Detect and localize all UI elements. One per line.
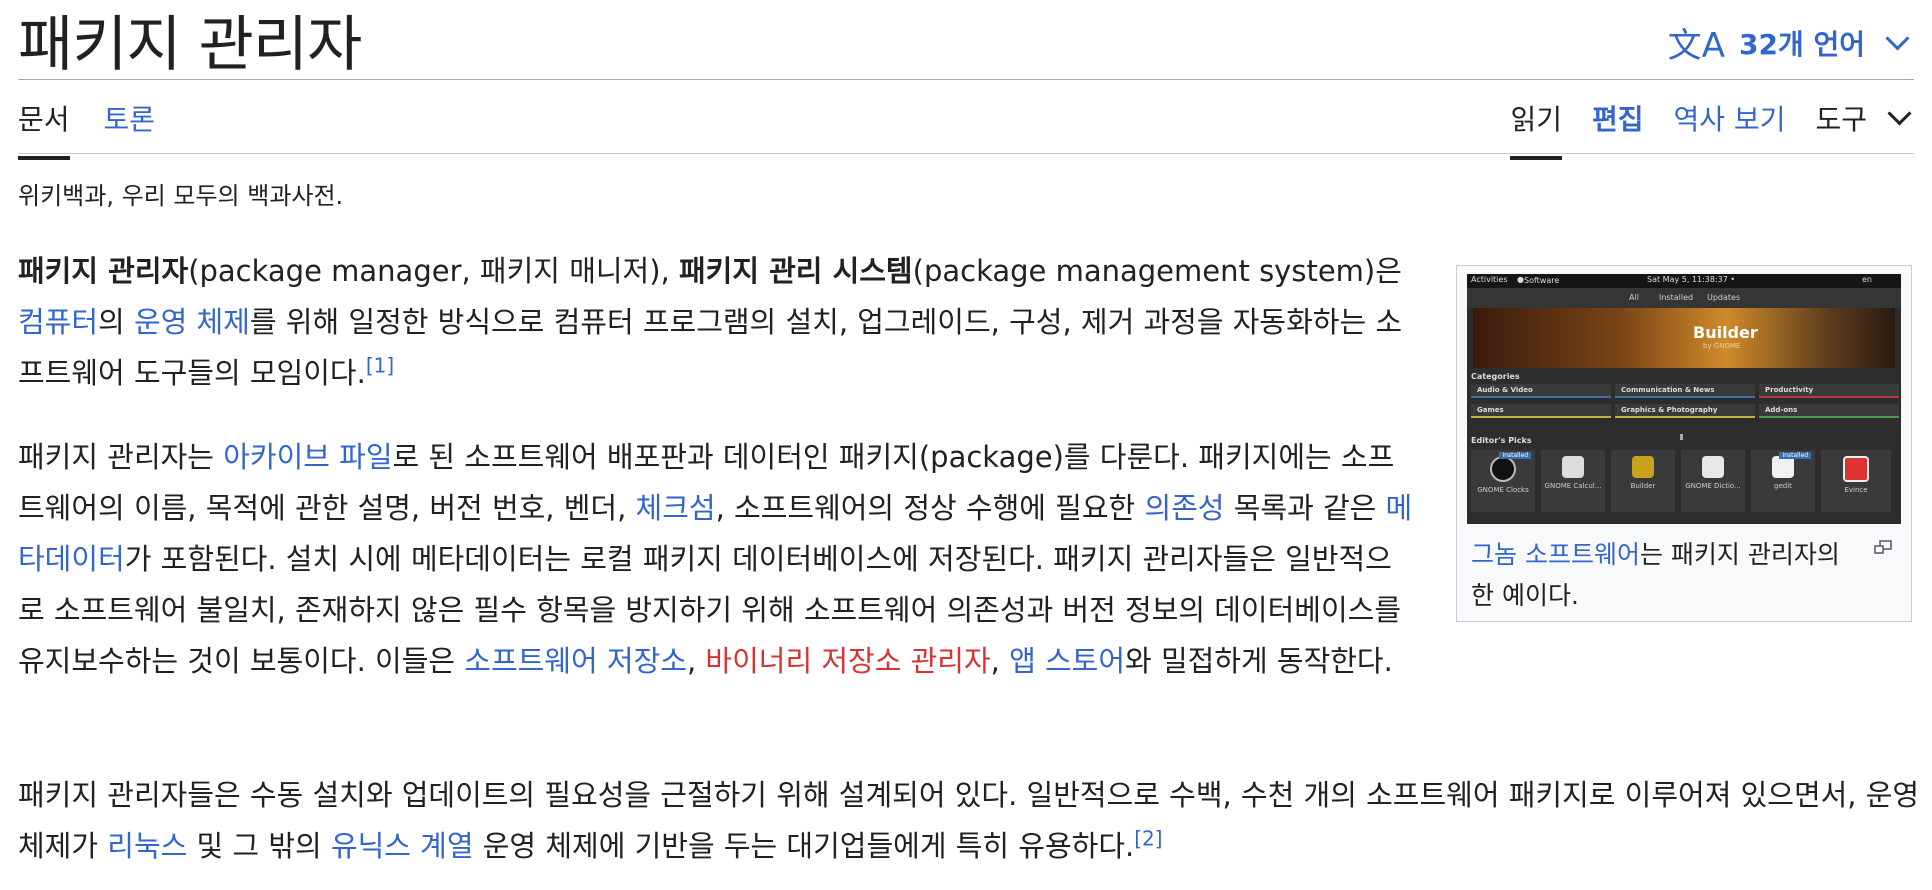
screenshot-topbar: Activities ● Software Sat May 5, 11:38:3…	[1467, 274, 1901, 288]
app-name: Evince	[1844, 486, 1868, 494]
text: ,	[990, 644, 1010, 678]
app-name: GNOME Clocks	[1477, 486, 1529, 494]
banner-title: Builder	[1693, 323, 1758, 342]
link-linux[interactable]: 리눅스	[107, 829, 187, 863]
text: , 소프트웨어의 정상 수행에 필요한	[715, 491, 1145, 525]
calculator-icon	[1562, 456, 1584, 478]
app-tile: Installed GNOME Clocks	[1471, 450, 1535, 512]
language-selector[interactable]: 文A 32개 언어	[1668, 18, 1912, 67]
link-gnome-software[interactable]: 그놈 소프트웨어	[1471, 540, 1640, 569]
categories-heading: Categories	[1471, 372, 1520, 381]
app-name: Software	[1523, 276, 1560, 285]
text: 목록과 같은	[1224, 491, 1386, 525]
tab-installed: Installed	[1659, 293, 1694, 302]
builder-icon	[1632, 456, 1654, 478]
view-tabs: 읽기 편집 역사 보기 도구	[1510, 98, 1912, 160]
namespace-tabs: 문서 토론	[18, 98, 155, 160]
link-checksum[interactable]: 체크섬	[636, 491, 716, 525]
installed-badge: Installed	[1499, 452, 1531, 459]
text-editor-icon	[1772, 456, 1794, 478]
dictionary-icon	[1702, 456, 1724, 478]
tabs-divider	[18, 153, 1914, 154]
reference-1[interactable]: [1]	[366, 353, 394, 377]
paragraph-intro: 패키지 관리자(package manager, 패키지 매니저), 패키지 관…	[18, 246, 1413, 399]
title-divider	[18, 79, 1914, 80]
category-communication: Communication & News	[1615, 384, 1755, 398]
page-title: 패키지 관리자	[18, 10, 362, 80]
figure-thumbnail: Activities ● Software Sat May 5, 11:38:3…	[1456, 265, 1912, 622]
chevron-down-icon	[1887, 100, 1912, 126]
enlarge-icon[interactable]	[1873, 540, 1893, 556]
keyboard-layout: en	[1862, 275, 1872, 284]
editors-picks-heading: Editor's Picks	[1471, 436, 1532, 445]
app-name: GNOME Calcul...	[1544, 482, 1602, 490]
category-graphics: Graphics & Photography	[1615, 404, 1755, 418]
app-tile: GNOME Dictio...	[1681, 450, 1745, 512]
tab-all: All	[1629, 293, 1639, 302]
text: (package management system)은	[912, 254, 1402, 288]
tab-article[interactable]: 문서	[18, 98, 70, 160]
link-archive-file[interactable]: 아카이브 파일	[223, 440, 392, 474]
app-tile: Builder	[1611, 450, 1675, 512]
text: 패키지 관리자는	[18, 440, 224, 474]
installed-badge: Installed	[1779, 452, 1811, 459]
tab-talk[interactable]: 토론	[104, 98, 156, 160]
link-unix-like[interactable]: 유닉스 계열	[331, 829, 474, 863]
text: 와 밀접하게 동작한다.	[1125, 644, 1393, 678]
tab-edit[interactable]: 편집	[1592, 98, 1644, 160]
category-games: Games	[1471, 404, 1611, 418]
reference-2[interactable]: [2]	[1134, 826, 1162, 850]
tools-label: 도구	[1815, 103, 1867, 136]
app-tile: Installed gedit	[1751, 450, 1815, 512]
gnome-software-screenshot[interactable]: Activities ● Software Sat May 5, 11:38:3…	[1467, 274, 1901, 524]
clock-icon	[1490, 456, 1516, 482]
tab-history[interactable]: 역사 보기	[1674, 98, 1786, 160]
category-addons: Add-ons	[1759, 404, 1899, 418]
language-count: 32개 언어	[1739, 27, 1865, 61]
bold-term: 패키지 관리자	[18, 254, 189, 288]
app-tile: Evince	[1821, 450, 1891, 512]
text: 의	[98, 305, 134, 339]
tab-read[interactable]: 읽기	[1510, 98, 1562, 160]
banner-subtitle: by GNOME	[1703, 342, 1741, 350]
link-app-store[interactable]: 앱 스토어	[1009, 644, 1125, 678]
document-viewer-icon	[1843, 456, 1869, 482]
text: 운영 체제에 기반을 두는 대기업들에게 특히 유용하다.	[473, 829, 1135, 863]
category-productivity: Productivity	[1759, 384, 1899, 398]
app-tile: GNOME Calcul...	[1541, 450, 1605, 512]
tools-menu[interactable]: 도구	[1815, 98, 1912, 160]
category-audio-video: Audio & Video	[1471, 384, 1611, 398]
link-operating-system[interactable]: 운영 체제	[134, 305, 250, 339]
link-dependency[interactable]: 의존성	[1144, 491, 1224, 525]
app-name: GNOME Dictio...	[1685, 482, 1741, 490]
text: (package manager, 패키지 매니저),	[188, 254, 679, 288]
tab-updates: Updates	[1707, 293, 1741, 302]
bold-term: 패키지 관리 시스템	[678, 254, 913, 288]
app-name: Builder	[1630, 482, 1656, 490]
figure-caption: 그놈 소프트웨어는 패키지 관리자의 한 예이다.	[1471, 534, 1851, 616]
chevron-down-icon	[1885, 26, 1910, 51]
paragraph-packages: 패키지 관리자는 아카이브 파일로 된 소프트웨어 배포판과 데이터인 패키지(…	[18, 432, 1413, 687]
paragraph-purpose: 패키지 관리자들은 수동 설치와 업데이트의 필요성을 근절하기 위해 설계되어…	[18, 770, 1923, 872]
text: ,	[686, 644, 706, 678]
link-software-repository[interactable]: 소프트웨어 저장소	[464, 644, 687, 678]
link-computer[interactable]: 컴퓨터	[18, 305, 98, 339]
scroll-indicator	[1680, 434, 1683, 440]
translate-icon: 文A	[1667, 26, 1725, 66]
screenshot-headerbar: All Installed Updates	[1467, 288, 1901, 308]
clock-label: Sat May 5, 11:38:37 •	[1647, 275, 1736, 284]
activities-label: Activities	[1471, 275, 1508, 284]
redlink-binary-repository-manager[interactable]: 바이너리 저장소 관리자	[705, 644, 990, 678]
featured-banner: Builder by GNOME	[1473, 308, 1895, 368]
site-tagline: 위키백과, 우리 모두의 백과사전.	[18, 182, 344, 210]
text: 및 그 밖의	[187, 829, 331, 863]
software-label: ● Software	[1517, 275, 1560, 285]
app-name: gedit	[1774, 482, 1792, 490]
